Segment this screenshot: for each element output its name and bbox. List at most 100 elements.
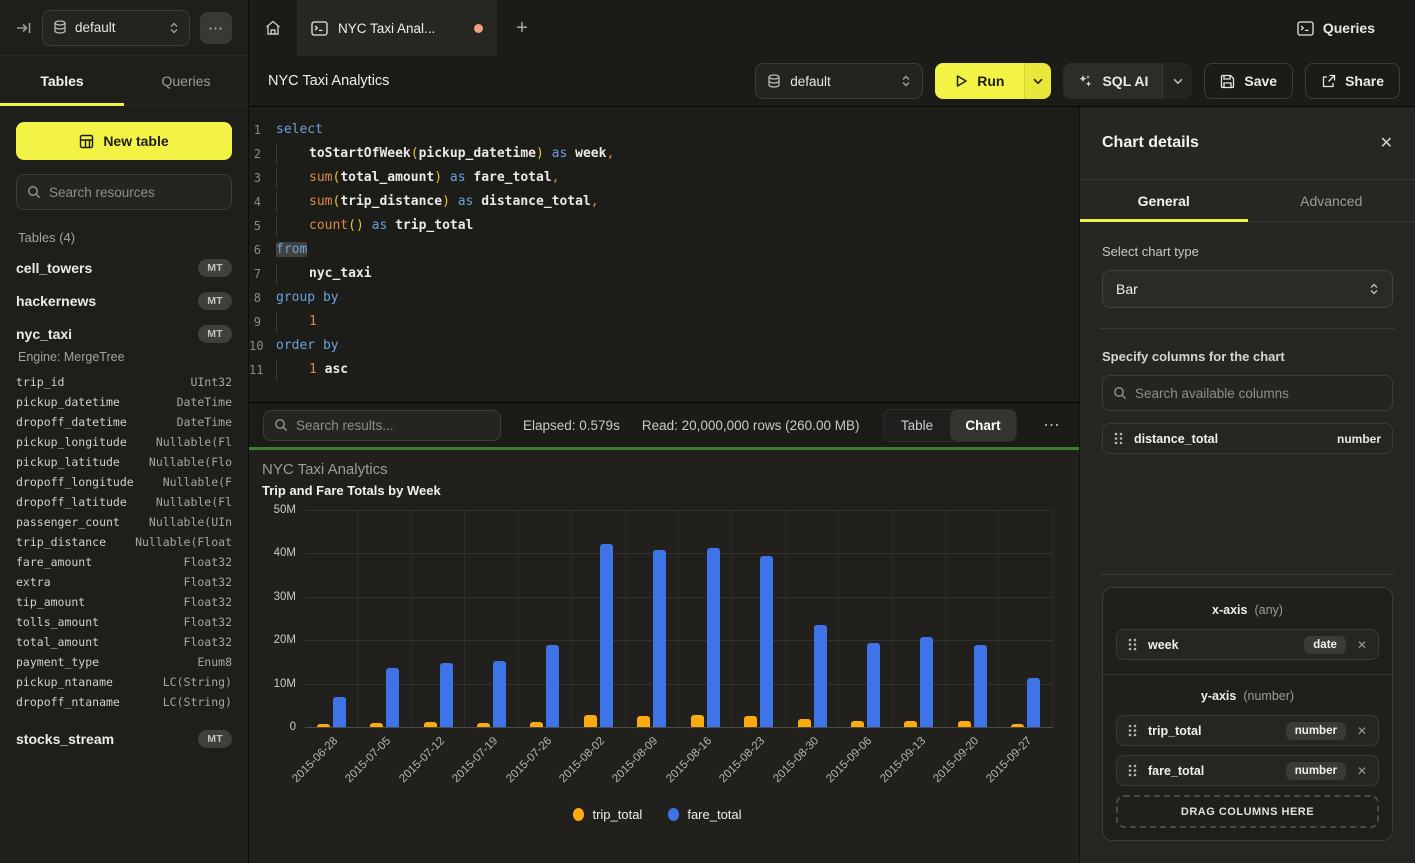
bar-group[interactable]: [465, 510, 518, 727]
bar-group[interactable]: [519, 510, 572, 727]
results-more-button[interactable]: ⋯: [1039, 415, 1065, 435]
column-row[interactable]: payment_typeEnum8: [16, 652, 232, 672]
trip_total-bar[interactable]: [637, 716, 650, 727]
drag-columns-dropzone[interactable]: DRAG COLUMNS HERE: [1116, 795, 1379, 828]
fare_total-bar[interactable]: [493, 661, 506, 727]
legend-item-trip_total[interactable]: trip_total: [573, 807, 642, 822]
column-row[interactable]: pickup_datetimeDateTime: [16, 392, 232, 412]
remove-column-button[interactable]: ✕: [1357, 764, 1367, 778]
code-line[interactable]: 2toStartOfWeek(pickup_datetime) as week,: [249, 142, 1079, 166]
run-button[interactable]: Run: [935, 63, 1024, 99]
chart-type-select[interactable]: Bar: [1102, 270, 1393, 308]
sidebar-tab-queries[interactable]: Queries: [124, 56, 248, 105]
column-chip-week[interactable]: weekdate✕: [1116, 629, 1379, 660]
search-results-input[interactable]: [296, 418, 490, 433]
sidebar-tab-tables[interactable]: Tables: [0, 56, 124, 105]
table-row[interactable]: hackernewsMT: [16, 284, 232, 317]
bar-group[interactable]: [626, 510, 679, 727]
column-row[interactable]: dropoff_ntanameLC(String): [16, 692, 232, 712]
fare_total-bar[interactable]: [600, 544, 613, 727]
column-row[interactable]: fare_amountFloat32: [16, 552, 232, 572]
search-resources-input[interactable]: [49, 185, 221, 200]
column-row[interactable]: extraFloat32: [16, 572, 232, 592]
column-row[interactable]: dropoff_datetimeDateTime: [16, 412, 232, 432]
bar-group[interactable]: [572, 510, 625, 727]
tab-advanced[interactable]: Advanced: [1248, 180, 1415, 221]
sidebar-database-select[interactable]: default: [42, 10, 190, 46]
code-line[interactable]: 91: [249, 310, 1079, 334]
table-row[interactable]: cell_towersMT: [16, 251, 232, 284]
trip_total-bar[interactable]: [691, 715, 704, 727]
column-row[interactable]: passenger_countNullable(UIn: [16, 512, 232, 532]
column-row[interactable]: pickup_latitudeNullable(Flo: [16, 452, 232, 472]
code-line[interactable]: 111 asc: [249, 358, 1079, 382]
bar-chart-plot[interactable]: [305, 510, 1053, 727]
column-row[interactable]: dropoff_latitudeNullable(Fl: [16, 492, 232, 512]
sql-ai-options-button[interactable]: [1162, 63, 1192, 99]
column-row[interactable]: pickup_longitudeNullable(Fl: [16, 432, 232, 452]
code-line[interactable]: 1select: [249, 118, 1079, 142]
queries-button[interactable]: Queries: [1297, 0, 1415, 56]
column-row[interactable]: pickup_ntanameLC(String): [16, 672, 232, 692]
column-row[interactable]: total_amountFloat32: [16, 632, 232, 652]
bar-group[interactable]: [893, 510, 946, 727]
table-row[interactable]: stocks_streamMT: [16, 722, 232, 755]
code-line[interactable]: 8group by: [249, 286, 1079, 310]
share-button[interactable]: Share: [1305, 63, 1400, 99]
fare_total-bar[interactable]: [1027, 678, 1040, 727]
bar-group[interactable]: [305, 510, 358, 727]
code-line[interactable]: 7nyc_taxi: [249, 262, 1079, 286]
code-line[interactable]: 4sum(trip_distance) as distance_total,: [249, 190, 1079, 214]
fare_total-bar[interactable]: [333, 697, 346, 727]
column-chip-fare_total[interactable]: fare_totalnumber✕: [1116, 755, 1379, 786]
fare_total-bar[interactable]: [386, 668, 399, 727]
bar-group[interactable]: [358, 510, 411, 727]
code-line[interactable]: 6from: [249, 238, 1079, 262]
bar-group[interactable]: [786, 510, 839, 727]
new-table-button[interactable]: New table: [16, 122, 232, 160]
column-row[interactable]: tip_amountFloat32: [16, 592, 232, 612]
code-line[interactable]: 10order by: [249, 334, 1079, 358]
bar-group[interactable]: [839, 510, 892, 727]
bar-group[interactable]: [412, 510, 465, 727]
column-row[interactable]: tolls_amountFloat32: [16, 612, 232, 632]
collapse-sidebar-icon[interactable]: [16, 20, 32, 36]
search-columns-input[interactable]: [1135, 386, 1382, 401]
column-chip-distance_total[interactable]: distance_totalnumber: [1102, 423, 1393, 454]
fare_total-bar[interactable]: [920, 637, 933, 727]
home-button[interactable]: [249, 0, 297, 56]
fare_total-bar[interactable]: [440, 663, 453, 727]
trip_total-bar[interactable]: [798, 719, 811, 727]
bar-group[interactable]: [679, 510, 732, 727]
remove-column-button[interactable]: ✕: [1357, 638, 1367, 652]
bar-group[interactable]: [946, 510, 999, 727]
fare_total-bar[interactable]: [867, 643, 880, 727]
trip_total-bar[interactable]: [584, 715, 597, 727]
fare_total-bar[interactable]: [760, 556, 773, 727]
fare_total-bar[interactable]: [974, 645, 987, 727]
fare_total-bar[interactable]: [653, 550, 666, 727]
tab-general[interactable]: General: [1080, 180, 1248, 221]
bar-group[interactable]: [999, 510, 1052, 727]
query-tab-active[interactable]: NYC Taxi Anal...: [297, 0, 497, 56]
code-line[interactable]: 3sum(total_amount) as fare_total,: [249, 166, 1079, 190]
bar-group[interactable]: [732, 510, 785, 727]
new-tab-button[interactable]: +: [497, 0, 547, 56]
view-toggle-chart[interactable]: Chart: [950, 410, 1016, 441]
column-row[interactable]: trip_idUInt32: [16, 372, 232, 392]
trip_total-bar[interactable]: [744, 716, 757, 727]
sidebar-more-button[interactable]: ⋯: [200, 12, 232, 44]
fare_total-bar[interactable]: [814, 625, 827, 727]
column-row[interactable]: dropoff_longitudeNullable(F: [16, 472, 232, 492]
toolbar-database-select[interactable]: default: [755, 63, 923, 99]
sql-editor[interactable]: 1select2toStartOfWeek(pickup_datetime) a…: [249, 107, 1079, 402]
save-button[interactable]: Save: [1204, 63, 1293, 99]
run-options-button[interactable]: [1024, 63, 1051, 99]
column-chip-trip_total[interactable]: trip_totalnumber✕: [1116, 715, 1379, 746]
table-row[interactable]: nyc_taxiMT: [16, 317, 232, 350]
view-toggle-table[interactable]: Table: [884, 410, 950, 441]
remove-column-button[interactable]: ✕: [1357, 724, 1367, 738]
legend-item-fare_total[interactable]: fare_total: [668, 807, 741, 822]
fare_total-bar[interactable]: [707, 548, 720, 727]
sql-ai-button[interactable]: SQL AI: [1063, 73, 1162, 89]
